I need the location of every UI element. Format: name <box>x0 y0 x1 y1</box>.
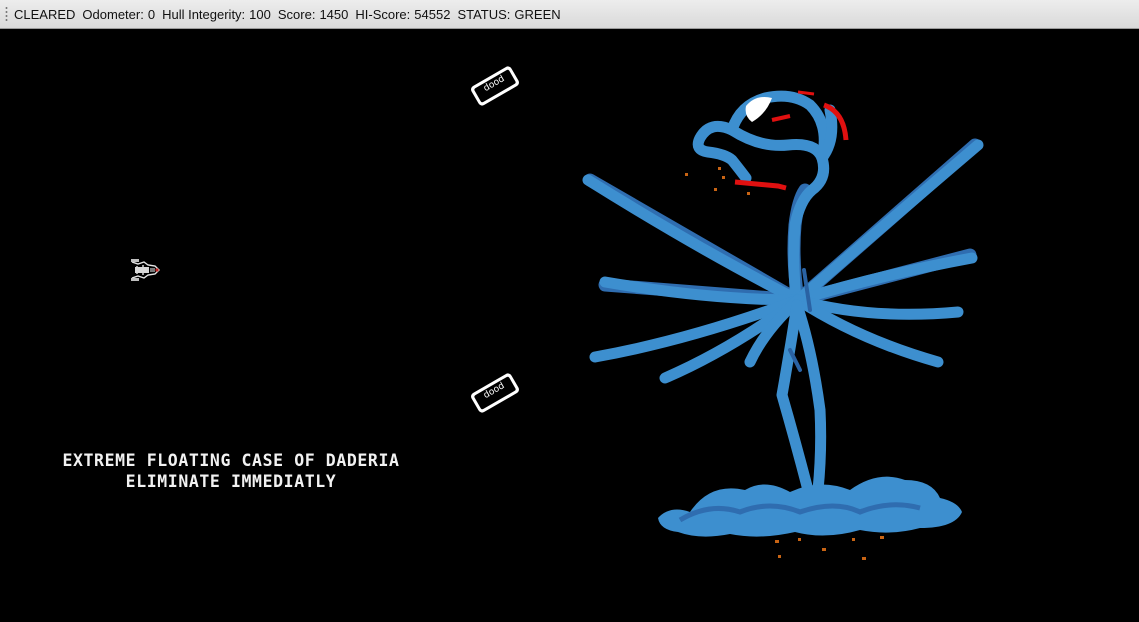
odometer-label: Odometer: <box>82 6 144 22</box>
dood-card-top: dood <box>464 66 526 106</box>
hull-value: 100 <box>249 6 271 22</box>
odometer-readout: Odometer: 0 <box>82 7 155 22</box>
hull-label: Hull Integerity: <box>162 6 246 22</box>
hiscore-value: 54552 <box>414 6 451 22</box>
score-value: 1450 <box>319 6 349 22</box>
mission-message: EXTREME FLOATING CASE OF DADERIA ELIMINA… <box>46 450 416 492</box>
status-readout: STATUS: GREEN <box>457 7 560 22</box>
game-state-text: CLEARED <box>14 6 76 22</box>
hiscore-label: HI-Score: <box>355 6 411 22</box>
odometer-value: 0 <box>147 6 156 22</box>
hiscore-readout: HI-Score: 54552 <box>355 7 450 22</box>
status-value: GREEN <box>514 6 561 22</box>
player-ship-icon <box>131 259 160 281</box>
game-window: CLEARED Odometer: 0 Hull Integerity: 100 S… <box>0 0 1139 622</box>
score-readout: Score: 1450 <box>278 7 349 22</box>
status-label: STATUS: <box>457 6 511 22</box>
mission-message-line2: ELIMINATE IMMEDIATLY <box>125 472 337 491</box>
hull-readout: Hull Integerity: 100 <box>162 7 271 22</box>
status-bar: CLEARED Odometer: 0 Hull Integerity: 100 S… <box>0 0 1139 29</box>
score-label: Score: <box>277 6 316 22</box>
mission-message-line1: EXTREME FLOATING CASE OF DADERIA <box>62 451 400 470</box>
dood-card-bottom: dood <box>464 373 526 413</box>
daderia-creature-icon <box>582 90 984 560</box>
playfield[interactable]: dood dood EXTREME FLOATING CASE OF DADER… <box>0 30 1139 622</box>
grip-handle-icon[interactable] <box>5 6 8 22</box>
